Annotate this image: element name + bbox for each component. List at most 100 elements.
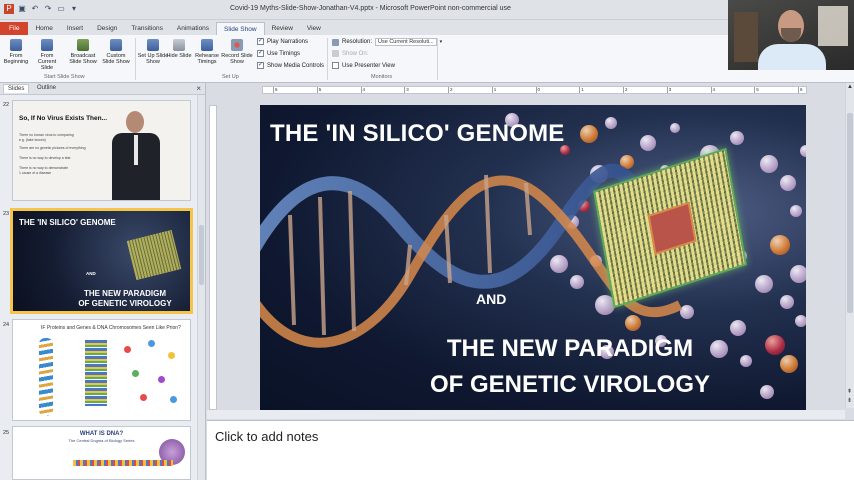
presenter-body [758, 44, 826, 70]
ruler-label: 4 [712, 87, 716, 92]
ruler-label: 1 [493, 87, 497, 92]
next-slide-icon[interactable]: ⇟ [847, 397, 852, 404]
ruler-label: 4 [362, 87, 366, 92]
ribbon-separator [327, 38, 328, 80]
webcam-overlay [728, 0, 854, 70]
notes-pane[interactable]: Click to add notes [207, 420, 854, 480]
molecule-image [118, 338, 184, 410]
slide-thumbnail-24[interactable]: IF Proteins and Genes & DNA Chromosomes … [12, 319, 191, 421]
app-icon[interactable]: P [4, 4, 14, 14]
thumb-chip-image [126, 230, 182, 280]
checkbox-checked[interactable]: ✓ [257, 38, 264, 45]
tab-review[interactable]: Review [265, 22, 300, 35]
record-slide-show-button[interactable]: Record Slide Show [221, 39, 253, 65]
bookshelf [734, 12, 758, 62]
ruler-label: 6 [275, 87, 278, 92]
slideshow-icon[interactable]: ▭ [56, 4, 66, 14]
chip-core [647, 201, 697, 256]
save-icon[interactable]: ▣ [17, 4, 27, 14]
dna-helix-image [39, 338, 53, 416]
close-icon[interactable]: × [196, 84, 201, 93]
slide-number: 22 [3, 102, 10, 108]
slides-scrollbar[interactable] [197, 95, 205, 480]
show-media-controls-checkbox[interactable]: ✓ Show Media Controls [257, 62, 324, 69]
slide-canvas[interactable]: THE 'IN SILICO' GENOME AND THE NEW PARAD… [260, 105, 806, 412]
ruler-tick [316, 87, 318, 93]
thumb-and: AND [86, 271, 96, 276]
resolution-dropdown[interactable]: Use Current Resoluti... [375, 38, 437, 46]
custom-show-icon [110, 39, 122, 51]
tab-outline[interactable]: Outline [33, 84, 60, 92]
thumb-bullet: There are no genetic pictures of everyth… [19, 146, 86, 150]
ribbon: From Beginning From Current Slide Broadc… [0, 35, 854, 83]
customize-icon[interactable]: ▾ [69, 4, 79, 14]
slide-thumbnail-23-selected[interactable]: THE 'IN SILICO' GENOME AND THE NEW PARAD… [10, 208, 193, 314]
ruler-label: 6 [800, 87, 803, 92]
thumb-bullet: 1 cause of a disease [19, 171, 52, 175]
thumb-dna-image [73, 460, 173, 466]
checkbox-checked[interactable]: ✓ [257, 62, 264, 69]
from-current-slide-button[interactable]: From Current Slide [31, 39, 63, 71]
ruler-label: 3 [668, 87, 672, 92]
redo-icon[interactable]: ↷ [43, 4, 53, 14]
record-icon [231, 39, 243, 51]
monitor-icon [332, 50, 339, 57]
scrollbar-thumb[interactable] [199, 225, 204, 285]
ruler-tick [448, 87, 449, 93]
tab-home[interactable]: Home [28, 22, 59, 35]
powerpoint-window: P ▣ ↶ ↷ ▭ ▾ Covid-19 Myths-Slide-Show-Jo… [0, 0, 854, 480]
broadcast-icon [77, 39, 89, 51]
checkbox-checked[interactable]: ✓ [257, 50, 264, 57]
tab-view[interactable]: View [300, 22, 328, 35]
tab-animations[interactable]: Animations [170, 22, 216, 35]
ruler-tick [710, 87, 712, 93]
clock-icon [201, 39, 213, 51]
notes-placeholder[interactable]: Click to add notes [215, 429, 318, 444]
tab-file[interactable]: File [0, 22, 29, 35]
window-title: Covid-19 Myths-Slide-Show-Jonathan-V4.pp… [230, 5, 511, 12]
undo-icon[interactable]: ↶ [30, 4, 40, 14]
chevron-down-icon[interactable]: ▾ [440, 39, 443, 45]
slide-and-text[interactable]: AND [476, 291, 506, 307]
thumb-bullet: There no known virus to comparing [19, 133, 74, 137]
thumb-bullet: There is no way to demonstrate [19, 166, 69, 170]
quick-access-toolbar: P ▣ ↶ ↷ ▭ ▾ [4, 4, 79, 14]
subtitle-line-1: THE NEW PARADIGM [446, 335, 694, 362]
thumb-subtitle: THE NEW PARADIGM OF GENETIC VIROLOGY [78, 289, 172, 308]
thumb-title: So, If No Virus Exists Then... [19, 115, 108, 122]
hide-slide-icon [173, 39, 185, 51]
setup-icon [147, 39, 159, 51]
tab-insert[interactable]: Insert [60, 22, 90, 35]
tab-slide-show[interactable]: Slide Show [216, 22, 265, 35]
horizontal-scrollbar[interactable] [207, 410, 845, 419]
use-presenter-view-checkbox[interactable]: Use Presenter View [332, 62, 395, 69]
thumb-title: THE 'IN SILICO' GENOME [19, 218, 116, 227]
tab-transitions[interactable]: Transitions [124, 22, 170, 35]
scroll-up-icon[interactable]: ▲ [847, 84, 853, 90]
resolution-row: Resolution: Use Current Resoluti... ▾ [332, 38, 442, 46]
tab-design[interactable]: Design [90, 22, 124, 35]
previous-slide-icon[interactable]: ⇞ [847, 388, 852, 395]
from-beginning-button[interactable]: From Beginning [0, 39, 32, 65]
ruler-label: 1 [581, 87, 584, 92]
slide-subtitle[interactable]: THE NEW PARADIGM OF GENETIC VIROLOGY [410, 331, 730, 403]
ruler-label: 3 [406, 87, 409, 92]
vertical-ruler [209, 105, 217, 410]
dna-ladder-image [85, 340, 107, 406]
use-timings-checkbox[interactable]: ✓ Use Timings [257, 50, 300, 57]
slide-title[interactable]: THE 'IN SILICO' GENOME [270, 120, 565, 148]
custom-slide-show-button[interactable]: Custom Slide Show [100, 39, 132, 65]
horizontal-ruler: 6 5 4 3 2 1 0 1 2 3 4 5 6 [262, 86, 807, 94]
broadcast-slide-show-button[interactable]: Broadcast Slide Show [67, 39, 99, 65]
ruler-tick [360, 87, 362, 93]
slide-scrollbar[interactable]: ▲ ⇞ ⇟ [845, 83, 854, 408]
slide-thumbnail-22[interactable]: So, If No Virus Exists Then... There no … [12, 100, 191, 201]
play-narrations-checkbox[interactable]: ✓ Play Narrations [257, 38, 308, 45]
rehearse-timings-button[interactable]: Rehearse Timings [191, 39, 223, 65]
scrollbar-thumb[interactable] [847, 113, 853, 313]
tab-slides[interactable]: Slides [3, 84, 30, 93]
checkbox-unchecked[interactable] [332, 62, 339, 69]
ruler-label: 5 [318, 87, 322, 92]
slide-thumbnail-25[interactable]: WHAT IS DNA? The Central Dogma of Biolog… [12, 426, 191, 480]
ruler-tick [404, 87, 406, 93]
